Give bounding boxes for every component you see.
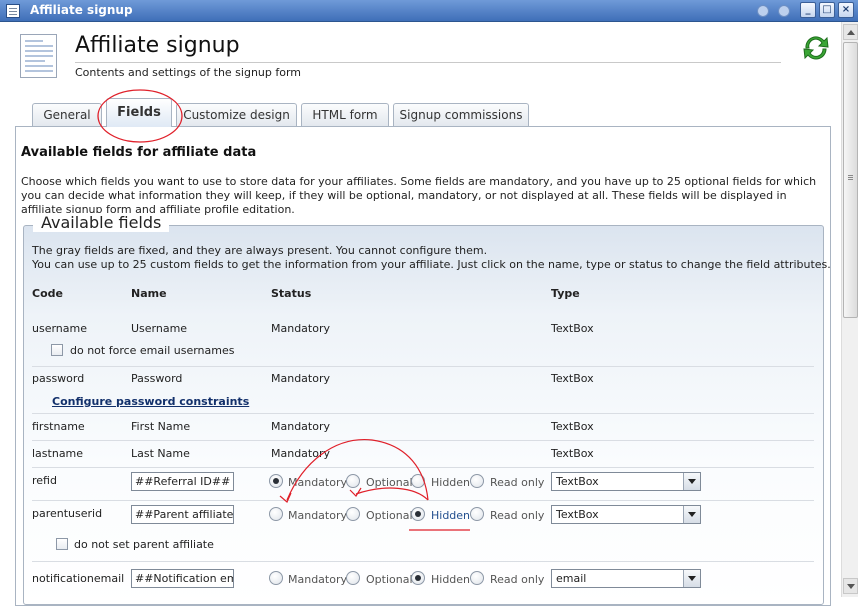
tab-html-form[interactable]: HTML form	[301, 103, 389, 126]
chevron-down-icon[interactable]	[683, 473, 700, 490]
fieldset-note: The gray fields are fixed, and they are …	[32, 244, 831, 272]
notificationemail-status-optional-label: Optional	[366, 573, 413, 586]
title-divider	[75, 62, 781, 63]
refid-status-optional-radio[interactable]	[346, 474, 360, 488]
column-header-status: Status	[271, 287, 312, 300]
chevron-down-icon[interactable]	[683, 506, 700, 523]
row-firstname-type: TextBox	[551, 420, 594, 433]
row-divider	[32, 440, 814, 441]
row-lastname-status: Mandatory	[271, 447, 331, 460]
parentuserid-status-hidden-label: Hidden	[431, 509, 471, 522]
help-mini-icon[interactable]	[778, 5, 790, 17]
row-lastname-type: TextBox	[551, 447, 594, 460]
page-title: Affiliate signup	[75, 33, 240, 58]
row-lastname-name: Last Name	[131, 447, 190, 460]
refid-status-hidden-radio[interactable]	[411, 474, 425, 488]
configure-password-constraints-link[interactable]: Configure password constraints	[52, 395, 249, 408]
signup-form-icon	[20, 34, 57, 78]
tab-customize-design[interactable]: Customize design	[176, 103, 297, 126]
parentuserid-type-value: TextBox	[556, 508, 599, 521]
notificationemail-status-mandatory-label: Mandatory	[288, 573, 348, 586]
notificationemail-name-input[interactable]: ##Notification email##	[131, 569, 234, 588]
fieldset-legend: Available fields	[33, 213, 170, 232]
row-divider	[32, 413, 814, 414]
refresh-mini-icon[interactable]	[757, 5, 769, 17]
column-header-code: Code	[32, 287, 63, 300]
minimize-button[interactable]: _	[800, 2, 816, 18]
row-divider	[32, 561, 814, 562]
refresh-icon[interactable]	[800, 32, 832, 64]
scrollbar-thumb[interactable]	[843, 42, 858, 318]
tab-general[interactable]: General	[32, 103, 102, 126]
force-email-usernames-label: do not force email usernames	[70, 344, 235, 357]
refid-type-select[interactable]: TextBox	[551, 472, 701, 491]
notificationemail-status-mandatory-radio[interactable]	[269, 571, 283, 585]
parentuserid-name-input[interactable]: ##Parent affiliate##	[131, 505, 234, 524]
row-notificationemail-code: notificationemail	[32, 572, 125, 585]
row-username-status: Mandatory	[271, 322, 331, 335]
refid-status-hidden-label: Hidden	[431, 476, 471, 489]
refid-name-input[interactable]: ##Referral ID##	[131, 472, 234, 491]
set-parent-affiliate-checkbox[interactable]	[56, 538, 68, 550]
parentuserid-status-mandatory-label: Mandatory	[288, 509, 348, 522]
notificationemail-status-hidden-radio[interactable]	[411, 571, 425, 585]
row-divider	[32, 467, 814, 468]
row-divider	[32, 500, 814, 501]
row-password-name: Password	[131, 372, 183, 385]
notificationemail-status-hidden-label: Hidden	[431, 573, 471, 586]
refid-type-value: TextBox	[556, 475, 599, 488]
column-header-name: Name	[131, 287, 167, 300]
window-titlebar: Affiliate signup _ □ ×	[0, 0, 858, 22]
row-lastname-code: lastname	[32, 447, 84, 460]
parentuserid-status-optional-radio[interactable]	[346, 507, 360, 521]
section-title: Available fields for affiliate data	[21, 145, 257, 160]
fieldset-note-line2: You can use up to 25 custom fields to ge…	[32, 258, 831, 271]
row-password-status: Mandatory	[271, 372, 331, 385]
row-refid-code: refid	[32, 474, 57, 487]
parentuserid-status-mandatory-radio[interactable]	[269, 507, 283, 521]
notificationemail-status-optional-radio[interactable]	[346, 571, 360, 585]
row-divider	[32, 366, 814, 367]
notificationemail-status-readonly-label: Read only	[490, 573, 545, 586]
notificationemail-type-value: email	[556, 572, 587, 585]
refid-status-readonly-radio[interactable]	[470, 474, 484, 488]
row-firstname-status: Mandatory	[271, 420, 331, 433]
scroll-down-arrow-icon[interactable]	[843, 578, 858, 594]
row-parentuserid-code: parentuserid	[32, 507, 103, 520]
row-password-code: password	[32, 372, 85, 385]
parentuserid-type-select[interactable]: TextBox	[551, 505, 701, 524]
tab-fields[interactable]: Fields	[106, 98, 172, 127]
section-description: Choose which fields you want to use to s…	[21, 175, 817, 216]
window-title: Affiliate signup	[30, 3, 133, 17]
row-password-type: TextBox	[551, 372, 594, 385]
row-firstname-code: firstname	[32, 420, 85, 433]
column-header-type: Type	[551, 287, 580, 300]
notificationemail-status-readonly-radio[interactable]	[470, 571, 484, 585]
fieldset-note-line1: The gray fields are fixed, and they are …	[32, 244, 488, 257]
row-username-code: username	[32, 322, 87, 335]
force-email-usernames-checkbox[interactable]	[51, 344, 63, 356]
row-firstname-name: First Name	[131, 420, 191, 433]
notificationemail-type-select[interactable]: email	[551, 569, 701, 588]
app-icon	[6, 4, 20, 18]
vertical-scrollbar[interactable]	[841, 22, 858, 597]
parentuserid-status-optional-label: Optional	[366, 509, 413, 522]
refid-status-readonly-label: Read only	[490, 476, 545, 489]
refid-status-mandatory-label: Mandatory	[288, 476, 348, 489]
parentuserid-status-readonly-label: Read only	[490, 509, 545, 522]
chevron-down-icon[interactable]	[683, 570, 700, 587]
tab-signup-commissions[interactable]: Signup commissions	[393, 103, 529, 126]
scroll-up-arrow-icon[interactable]	[843, 24, 858, 40]
row-username-name: Username	[131, 322, 188, 335]
row-username-type: TextBox	[551, 322, 594, 335]
refid-status-optional-label: Optional	[366, 476, 413, 489]
maximize-button[interactable]: □	[819, 2, 835, 18]
parentuserid-status-readonly-radio[interactable]	[470, 507, 484, 521]
page-subtitle: Contents and settings of the signup form	[75, 66, 302, 79]
close-button[interactable]: ×	[838, 2, 854, 18]
refid-status-mandatory-radio[interactable]	[269, 474, 283, 488]
parentuserid-status-hidden-radio[interactable]	[411, 507, 425, 521]
set-parent-affiliate-label: do not set parent affiliate	[74, 538, 214, 551]
